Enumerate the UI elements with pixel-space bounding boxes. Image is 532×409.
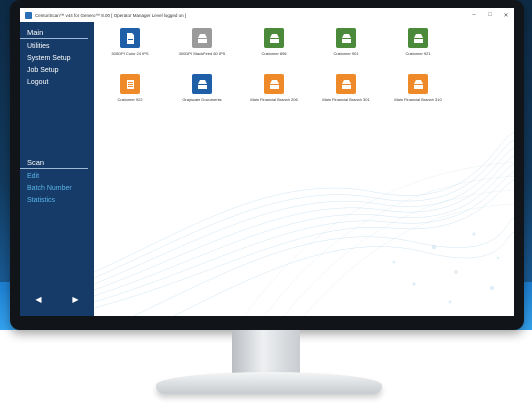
job-tile[interactable]: 300DPI Color 24 IPS — [100, 28, 160, 56]
window-controls: – □ ✕ — [466, 8, 514, 22]
job-tiles-grid: 300DPI Color 24 IPS 300DPI StackFeed 60 … — [94, 22, 514, 122]
monitor-stand-base — [156, 372, 382, 394]
job-tile-label: Grayscale Documents — [182, 97, 222, 102]
menu-item-batch-number[interactable]: Batch Number — [20, 183, 94, 195]
main-menu-header[interactable]: Main — [20, 28, 88, 39]
menu-item-logout[interactable]: Logout — [20, 77, 94, 89]
sidebar: Main Utilities System Setup Job Setup Lo… — [20, 22, 94, 316]
window-title: CenturiScan™ v44 for Genero™ 8.00 [ Oper… — [35, 12, 187, 18]
main-menu: Main Utilities System Setup Job Setup Lo… — [20, 28, 94, 89]
minimize-button[interactable]: – — [466, 8, 482, 22]
scanner-icon — [408, 74, 428, 94]
scan-menu: Scan Edit Batch Number Statistics — [20, 158, 94, 207]
scanner-icon — [408, 28, 428, 48]
next-arrow-icon[interactable]: ▶ — [72, 295, 78, 304]
scanner-icon — [264, 74, 284, 94]
job-tile[interactable]: 300DPI StackFeed 60 IPS — [172, 28, 232, 56]
job-tile[interactable]: Main Financial Branch 301 — [316, 74, 376, 102]
maximize-button[interactable]: □ — [482, 8, 498, 22]
app-window: CenturiScan™ v44 for Genero™ 8.00 [ Oper… — [20, 8, 514, 316]
menu-item-statistics[interactable]: Statistics — [20, 195, 94, 207]
job-tile-label: Main Financial Branch 310 — [394, 97, 442, 102]
job-tile-label: Main Financial Branch 301 — [322, 97, 370, 102]
previous-arrow-icon[interactable]: ◀ — [35, 295, 41, 304]
menu-item-edit[interactable]: Edit — [20, 171, 94, 183]
job-tile[interactable]: Grayscale Documents — [172, 74, 232, 102]
page-navigation: ◀ ▶ — [20, 295, 94, 304]
menu-item-job-setup[interactable]: Job Setup — [20, 65, 94, 77]
scanner-icon — [336, 28, 356, 48]
document-icon — [120, 28, 140, 48]
scanner-icon — [192, 28, 212, 48]
job-tile[interactable]: Customer 896 — [244, 28, 304, 56]
scanner-icon — [264, 28, 284, 48]
document-icon — [120, 74, 140, 94]
job-tiles-panel: 300DPI Color 24 IPS 300DPI StackFeed 60 … — [94, 22, 514, 316]
scan-menu-header[interactable]: Scan — [20, 158, 88, 169]
scanner-icon — [336, 74, 356, 94]
job-tile-label: Customer 901 — [333, 51, 359, 56]
job-tile-label: Customer 922 — [117, 97, 143, 102]
menu-item-utilities[interactable]: Utilities — [20, 41, 94, 53]
monitor-stand-neck — [232, 330, 300, 376]
job-tile-label: Main Financial Branch 206 — [250, 97, 298, 102]
close-button[interactable]: ✕ — [498, 8, 514, 22]
menu-item-system-setup[interactable]: System Setup — [20, 53, 94, 65]
job-tile-label: 300DPI StackFeed 60 IPS — [178, 51, 226, 56]
job-tile-label: 300DPI Color 24 IPS — [111, 51, 149, 56]
app-logo-icon — [25, 11, 32, 19]
job-tile-label: Customer 921 — [405, 51, 431, 56]
job-tile-label: Customer 896 — [261, 51, 287, 56]
scanner-icon — [192, 74, 212, 94]
job-tile[interactable]: Main Financial Branch 310 — [388, 74, 448, 102]
job-tile[interactable]: Main Financial Branch 206 — [244, 74, 304, 102]
job-tile[interactable]: Customer 922 — [100, 74, 160, 102]
title-bar: CenturiScan™ v44 for Genero™ 8.00 [ Oper… — [20, 8, 514, 23]
job-tile[interactable]: Customer 901 — [316, 28, 376, 56]
job-tile[interactable]: Customer 921 — [388, 28, 448, 56]
